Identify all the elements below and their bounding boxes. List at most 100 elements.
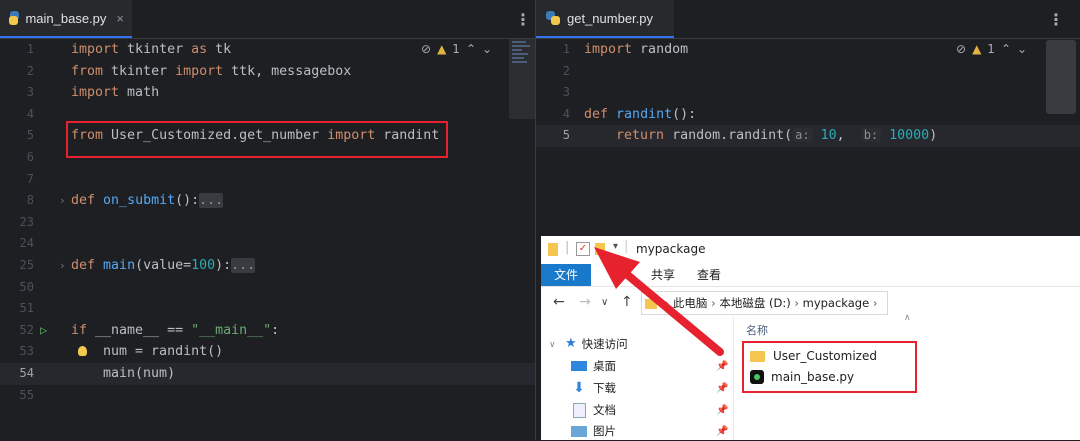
code-line[interactable]: 50 (0, 277, 535, 299)
new-folder-icon[interactable] (595, 243, 605, 255)
line-number: 53 (19, 344, 34, 359)
recent-dropdown-icon[interactable]: ∨ (601, 297, 608, 308)
nav-label: 下载 (593, 381, 616, 395)
nav-downloads[interactable]: ⬇ 下载 (571, 378, 616, 398)
line-number: 4 (26, 106, 34, 121)
code-line[interactable]: 2 from tkinter import ttk, messagebox (0, 61, 535, 83)
code-text: def on_submit():... (71, 193, 224, 209)
document-icon (573, 402, 586, 418)
code-line[interactable]: 54 main(num) (0, 363, 535, 385)
line-number: 1 (26, 42, 34, 56)
back-icon[interactable]: ← (553, 294, 565, 310)
line-number: 1 (562, 42, 570, 56)
line-number: 5 (26, 128, 34, 143)
code-line[interactable]: 23 (0, 212, 535, 234)
code-line[interactable]: 2 (536, 61, 1080, 83)
highlight-import-box (66, 121, 448, 158)
ribbon-tab-file[interactable]: 文件 (541, 264, 591, 286)
code-line[interactable]: 5 return random.randint(a: 10, b: 10000) (536, 125, 1080, 147)
code-line[interactable]: 24 (0, 233, 535, 255)
navigation-pane: ∨ ★ 快速访问 桌面 📌 ⬇ 下载 📌 文档 📌 图片 📌 (541, 317, 734, 440)
file-explorer-window: | ✓ ▾ | mypackage 文件 共享 查看 ← → ∨ ↑ › 此电脑… (541, 236, 1080, 440)
code-line[interactable]: 7 (0, 169, 535, 191)
folder-icon (548, 243, 558, 256)
code-text: def randint(): (584, 106, 697, 122)
file-list: ∧ 名称 User_Customized main_base.py (734, 313, 1080, 440)
tab-main-base[interactable]: main_base.py × (0, 0, 132, 38)
nav-label: 图片 (593, 424, 616, 438)
ribbon-tab-share[interactable]: 共享 (651, 264, 675, 286)
ribbon-tabs: 文件 共享 查看 (541, 264, 1080, 287)
python-file-icon (9, 11, 19, 25)
breadcrumb-drive[interactable]: 本地磁盘 (D:) (719, 296, 790, 310)
code-line[interactable]: 1 import tkinter as tk (0, 39, 535, 61)
highlight-files-box (742, 341, 917, 393)
code-text: from tkinter import ttk, messagebox (71, 63, 352, 79)
code-line[interactable]: 55 (0, 385, 535, 407)
code-line[interactable]: 25 def main(value=100):... › (0, 255, 535, 277)
nav-label: 桌面 (593, 359, 616, 373)
column-header-name[interactable]: 名称 (746, 322, 768, 338)
line-number: 2 (562, 63, 570, 78)
expand-chevron-icon[interactable]: ∨ (549, 340, 556, 350)
line-number: 7 (26, 171, 34, 186)
python-file-icon (546, 11, 560, 25)
breadcrumb-folder[interactable]: mypackage (803, 296, 870, 310)
line-number: 3 (562, 85, 570, 100)
properties-check-icon[interactable]: ✓ (576, 242, 590, 256)
breadcrumb-this-pc[interactable]: 此电脑 (673, 296, 708, 310)
tab-get-number[interactable]: get_number.py (536, 0, 674, 38)
right-minimap[interactable] (1046, 40, 1076, 114)
line-number: 6 (26, 150, 34, 164)
star-icon: ★ (565, 336, 577, 351)
code-line[interactable]: 51 (0, 298, 535, 320)
fold-chevron-icon[interactable]: › (59, 190, 66, 212)
nav-pictures[interactable]: 图片 (571, 421, 616, 441)
line-number: 8 (26, 193, 34, 208)
more-options-icon[interactable]: ⋮ (515, 10, 531, 29)
line-number: 25 (19, 258, 34, 272)
address-bar[interactable]: › 此电脑 › 本地磁盘 (D:) › mypackage › (641, 291, 888, 315)
code-line[interactable]: 53 num = randint() (0, 341, 535, 363)
breadcrumb-sep: › (664, 296, 670, 310)
pin-icon[interactable]: 📌 (716, 405, 728, 416)
line-number: 52 (19, 322, 34, 337)
right-tab-bar: get_number.py ⋮ (536, 0, 1080, 39)
nav-label: 文档 (593, 403, 616, 417)
more-options-icon[interactable]: ⋮ (1048, 10, 1064, 29)
pin-icon[interactable]: 📌 (716, 361, 728, 372)
code-line[interactable]: 3 import math (0, 82, 535, 104)
line-number: 23 (19, 214, 34, 229)
code-text: main(num) (71, 366, 176, 381)
code-line[interactable]: 4 def randint(): (536, 104, 1080, 126)
pin-icon[interactable]: 📌 (716, 426, 728, 437)
line-number: 50 (19, 279, 34, 294)
nav-quick-access[interactable]: ★ 快速访问 (565, 334, 628, 354)
run-icon[interactable]: ▷ (40, 320, 47, 342)
fold-chevron-icon[interactable]: › (59, 255, 66, 277)
code-line[interactable]: 3 (536, 82, 1080, 104)
tab-label: main_base.py (25, 10, 107, 26)
close-tab-icon[interactable]: × (116, 11, 124, 26)
left-minimap[interactable] (509, 39, 535, 119)
code-line[interactable]: 1 import random (536, 39, 1080, 61)
code-line[interactable]: 52 if __name__ == "__main__": ▷ (0, 320, 535, 342)
code-text: num = randint() (71, 344, 224, 360)
up-icon[interactable]: ↑ (621, 294, 633, 310)
code-text: if __name__ == "__main__": (71, 322, 280, 338)
line-number: 55 (19, 387, 34, 402)
ribbon-tab-view[interactable]: 查看 (697, 264, 721, 286)
code-text: import random (584, 42, 689, 57)
left-editor-pane: main_base.py × ⋮ ⊘ ▲ 1 ⌃ ⌄ 1 import tkinte… (0, 0, 536, 440)
customize-toolbar-icon[interactable]: ▾ (613, 241, 618, 252)
nav-desktop[interactable]: 桌面 (571, 356, 616, 376)
code-line[interactable]: 8 def on_submit():... › (0, 190, 535, 212)
lightbulb-icon[interactable] (78, 346, 87, 357)
pin-icon[interactable]: 📌 (716, 383, 728, 394)
address-bar-row: ← → ∨ ↑ › 此电脑 › 本地磁盘 (D:) › mypackage › (541, 287, 1080, 317)
forward-icon[interactable]: → (579, 294, 591, 310)
breadcrumb-sep: › (794, 296, 799, 310)
line-number: 4 (562, 106, 570, 121)
code-text: def main(value=100):... (71, 258, 256, 273)
nav-documents[interactable]: 文档 (571, 400, 616, 420)
